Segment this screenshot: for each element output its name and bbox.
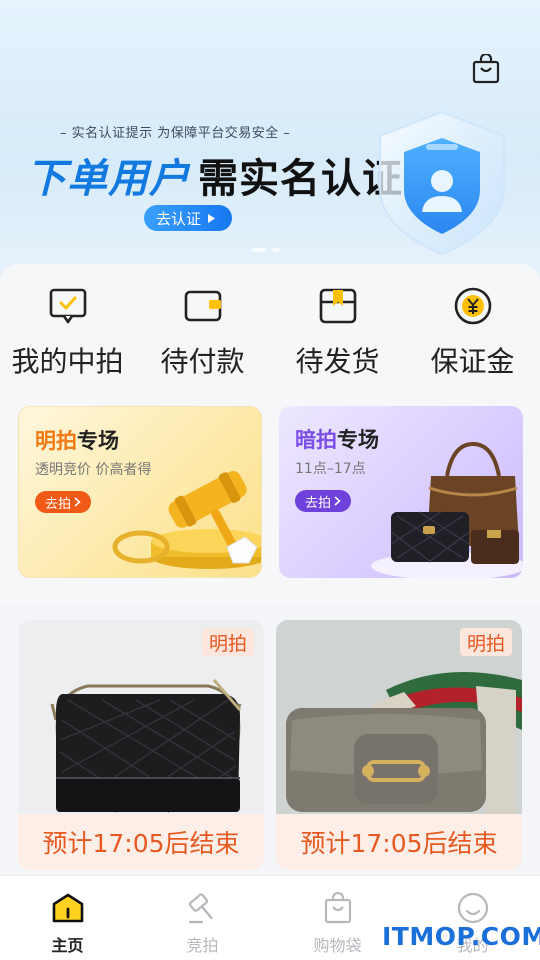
quick-actions: 我的中拍 待付款 待发货 保证金 (0, 286, 540, 386)
quick-item-label: 待付款 (160, 345, 245, 378)
handbags-illustration (371, 441, 523, 578)
quick-item-deposit[interactable]: 保证金 (405, 286, 540, 386)
verify-button[interactable]: 去认证 (144, 205, 233, 231)
carousel-dot-active (252, 248, 266, 252)
gavel-ring-illustration (112, 471, 261, 569)
tab-label: 竞拍 (186, 936, 219, 955)
tab-label: 主页 (51, 936, 84, 955)
open-auction-zone[interactable]: 明拍专场 透明竞价 价高者得 去拍 (18, 406, 262, 578)
home-icon (52, 893, 83, 923)
quick-item-pending-shipment[interactable]: 待发货 (270, 286, 405, 386)
sealed-auction-zone[interactable]: 暗拍专场 11点–17点 去拍 (279, 406, 523, 578)
cart-button[interactable] (470, 52, 502, 86)
package-icon (319, 288, 356, 324)
watermark-text: ITMOP.COM (382, 922, 540, 951)
quick-item-label: 待发货 (295, 345, 380, 378)
carousel-dot (272, 248, 280, 252)
yen-coin-icon (454, 287, 491, 325)
wallet-icon (184, 290, 221, 322)
quick-item-label: 我的中拍 (11, 345, 124, 378)
tab-label: 购物袋 (313, 936, 362, 955)
auction-type-badge: 明拍 (459, 628, 512, 656)
play-arrow-icon (208, 213, 216, 223)
quick-item-pending-payment[interactable]: 待付款 (135, 286, 270, 386)
quick-item-label: 保证金 (430, 345, 515, 378)
auction-countdown: 预计17:05后结束 (276, 814, 522, 870)
quick-item-won-auctions[interactable]: 我的中拍 (0, 286, 135, 386)
product-card[interactable]: 明拍 预计17:05后结束 (18, 620, 264, 870)
gavel-icon (188, 893, 213, 924)
verify-button-label: 去认证 (156, 209, 202, 228)
shopping-bag-icon (472, 54, 500, 84)
smiley-icon (457, 892, 488, 924)
shield-illustration (372, 108, 512, 258)
auction-countdown: 预计17:05后结束 (18, 814, 264, 870)
tab-auction[interactable]: 竞拍 (135, 876, 270, 960)
verification-banner[interactable]: – 实名认证提示 为保障平台交易安全 – 下单用户 需实名认证 去认证 (0, 0, 540, 290)
banner-title-highlight: 下单用户 (26, 156, 190, 202)
banner-title: 下单用户 需实名认证 (26, 146, 403, 204)
id-shield-icon (379, 110, 505, 256)
chat-check-icon (49, 288, 86, 324)
product-card[interactable]: 明拍 预计17:05后结束 (276, 620, 522, 870)
shopping-bag-icon (324, 892, 351, 924)
banner-subtitle: – 实名认证提示 为保障平台交易安全 – (60, 126, 291, 141)
auction-type-badge: 明拍 (201, 628, 254, 656)
carousel-indicator (252, 248, 280, 252)
tab-home[interactable]: 主页 (0, 876, 135, 960)
